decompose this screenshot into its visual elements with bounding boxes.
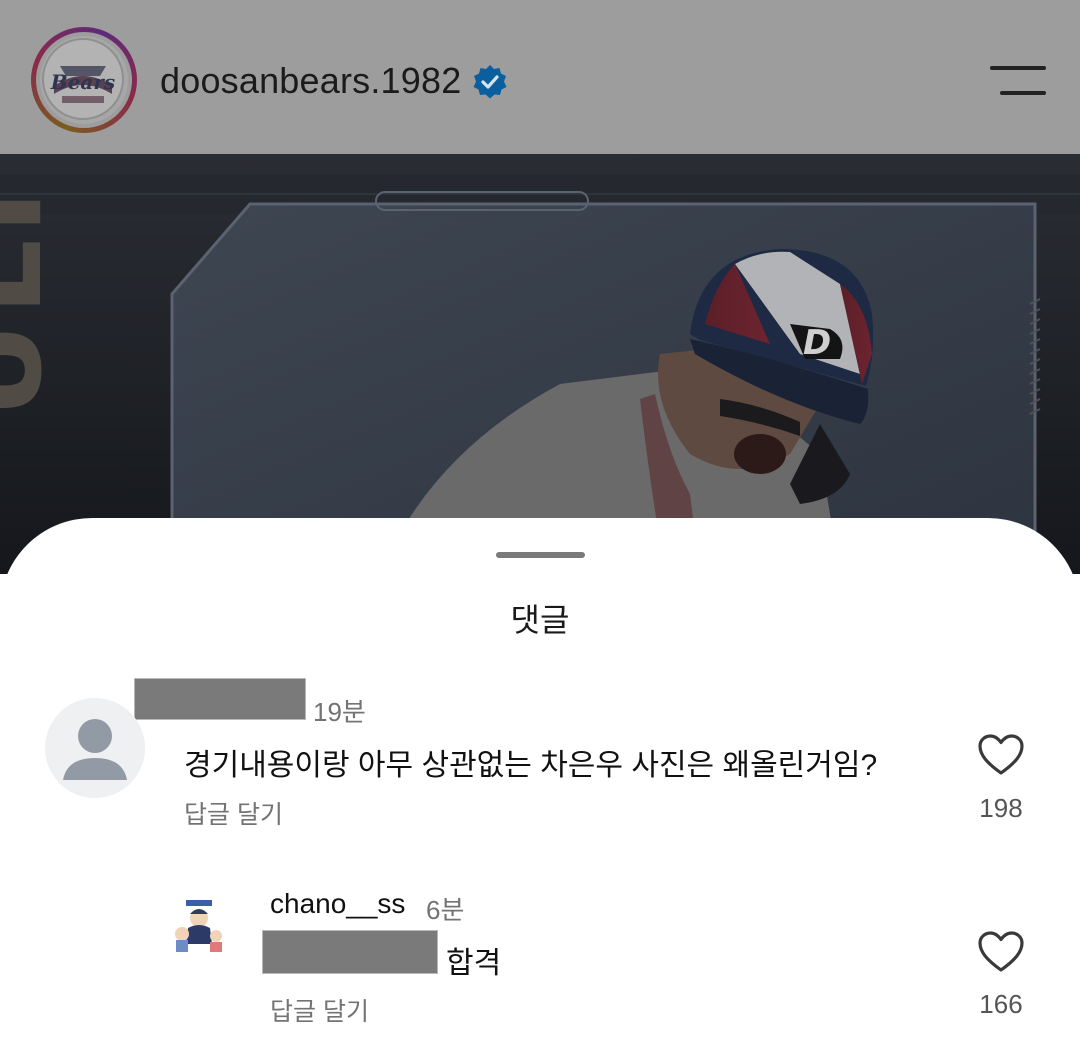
svg-text:ULT: ULT <box>0 165 69 419</box>
reply-button[interactable]: 답글 달기 <box>184 795 283 831</box>
comment-avatar[interactable] <box>45 698 145 798</box>
svg-text:Bears: Bears <box>50 70 115 94</box>
verified-badge-icon <box>472 64 508 100</box>
svg-text:D: D <box>803 323 831 363</box>
profile-avatar[interactable]: Bears <box>31 27 137 133</box>
reply-avatar[interactable] <box>168 898 230 960</box>
comments-sheet: 댓글 19분 경기내용이랑 아무 상관없는 차은우 사진은 왜올린거임? 답글 … <box>0 518 1080 1049</box>
reply-button[interactable]: 답글 달기 <box>270 992 369 1028</box>
like-heart-icon[interactable] <box>977 733 1025 777</box>
reply-username[interactable]: chano__ss <box>270 888 405 920</box>
like-heart-icon[interactable] <box>977 930 1025 974</box>
redacted-username <box>134 678 306 720</box>
mascot-avatar-icon <box>168 898 230 960</box>
profile-header: Bears doosanbears.1982 <box>0 0 1080 154</box>
team-logo: Bears <box>40 36 128 124</box>
comment-time: 19분 <box>313 697 366 727</box>
sheet-title: 댓글 <box>510 602 570 638</box>
sheet-drag-handle[interactable] <box>496 552 585 558</box>
account-username[interactable]: doosanbears.1982 <box>160 60 461 102</box>
menu-icon[interactable] <box>990 66 1046 96</box>
reply-time: 6분 <box>426 895 465 925</box>
post-image[interactable]: ULT D <box>0 154 1080 574</box>
default-user-icon <box>45 698 145 798</box>
like-count: 198 <box>979 793 1023 823</box>
redacted-mention <box>262 930 438 974</box>
reply-text: 합격 <box>446 947 502 980</box>
like-count: 166 <box>979 989 1023 1019</box>
comment-text: 경기내용이랑 아무 상관없는 차은우 사진은 왜올린거임? <box>184 749 878 782</box>
